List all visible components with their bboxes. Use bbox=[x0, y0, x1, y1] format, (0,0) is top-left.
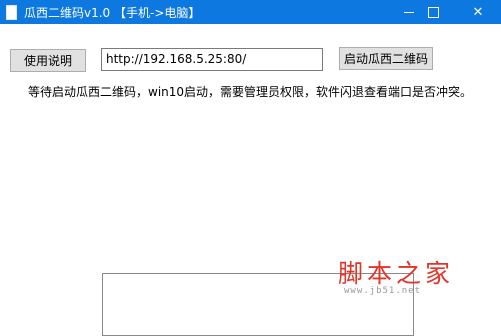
status-message: 等待启动瓜西二维码，win10启动，需要管理员权限，软件闪退查看端口是否冲突。 bbox=[28, 85, 473, 99]
watermark-logo-text: 脚本之家 bbox=[338, 259, 455, 288]
maximize-button[interactable] bbox=[410, 0, 456, 24]
app-icon bbox=[6, 5, 17, 20]
start-button[interactable]: 启动瓜西二维码 bbox=[339, 47, 433, 70]
title-bar[interactable]: 瓜西二维码v1.0 【手机->电脑】 ✕ bbox=[0, 0, 501, 24]
watermark: 脚本之家 www.jb51.net bbox=[338, 254, 458, 298]
close-button[interactable]: ✕ bbox=[455, 0, 501, 24]
maximize-icon bbox=[427, 6, 439, 18]
url-input[interactable]: http://192.168.5.25:80/ bbox=[101, 48, 323, 71]
close-icon: ✕ bbox=[472, 4, 484, 20]
window-title: 瓜西二维码v1.0 【手机->电脑】 bbox=[24, 6, 201, 20]
watermark-url: www.jb51.net bbox=[344, 286, 422, 296]
help-button[interactable]: 使用说明 bbox=[10, 49, 86, 72]
